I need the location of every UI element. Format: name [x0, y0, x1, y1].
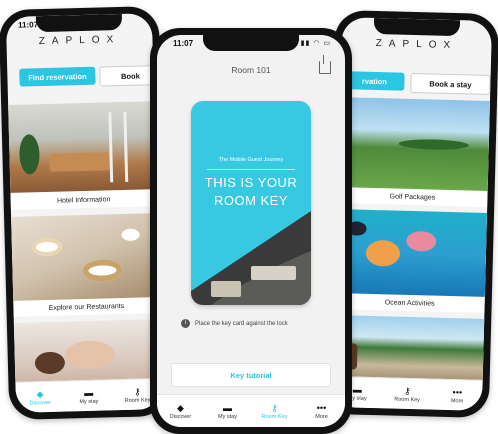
- signal-wifi-battery-icons: ▮▮ ◠ ▭: [300, 40, 331, 47]
- center-phone: 11:07 ▮▮ ◠ ▭ Room 101 The Mobile Guest J…: [150, 28, 352, 434]
- tab-label: More: [315, 413, 328, 420]
- left-phone-screen: 11:07 ZAPLOX Find reservation Book Hotel…: [5, 13, 163, 413]
- tab-discover[interactable]: ◆ Discover: [20, 388, 60, 406]
- tab-room-key[interactable]: ⚷ Room Key: [255, 403, 295, 420]
- status-time: 11:07: [173, 39, 194, 48]
- bottom-tab-bar: ▬ My stay ⚷ Room Key ••• More: [331, 375, 483, 411]
- tag-icon: ◆: [36, 388, 44, 399]
- card-label: Explore our Restaurants: [48, 302, 125, 312]
- tab-label: Room Key: [124, 396, 151, 404]
- tab-label: Room Key: [261, 413, 288, 420]
- brand-logo: ZAPLOX: [38, 33, 121, 48]
- left-phone-notch: [35, 13, 123, 33]
- tab-label: Discover: [169, 413, 192, 420]
- tab-label: My stay: [218, 413, 237, 420]
- book-a-stay-button[interactable]: Book a stay: [410, 72, 491, 96]
- tab-label: My stay: [79, 398, 99, 405]
- bed-icon: ▬: [84, 387, 94, 398]
- key-hint: i Place the key card against the lock: [181, 319, 335, 328]
- tab-room-key[interactable]: ⚷ Room Key: [387, 385, 427, 403]
- hotel-room-image: [191, 211, 311, 305]
- brand-logo: ZAPLOX: [375, 37, 458, 52]
- bed-icon: ▬: [352, 384, 363, 395]
- card-explore-restaurants[interactable]: Explore our Restaurants: [11, 213, 160, 317]
- key-icon: ⚷: [133, 386, 141, 397]
- key-tutorial-button[interactable]: Key tutorial: [171, 363, 331, 387]
- tab-more[interactable]: ••• More: [437, 386, 477, 404]
- tab-my-stay[interactable]: ▬ My stay: [208, 403, 248, 420]
- info-icon: i: [181, 319, 190, 328]
- bottom-tab-bar: ◆ Discover ▬ My stay ⚷ Room Key: [15, 378, 163, 413]
- hotel-lobby-image: [8, 101, 157, 193]
- tab-label: More: [450, 397, 464, 404]
- card-label: Golf Packages: [389, 192, 436, 202]
- card-hotel-information[interactable]: Hotel Information: [8, 101, 157, 210]
- card-label: Hotel Information: [56, 195, 111, 205]
- share-icon[interactable]: [319, 55, 331, 74]
- more-icon: •••: [316, 402, 327, 413]
- find-reservation-button[interactable]: Find reservation: [19, 66, 96, 87]
- key-icon: ⚷: [271, 402, 278, 413]
- key-hint-text: Place the key card against the lock: [195, 320, 288, 327]
- tab-my-stay[interactable]: ▬ My stay: [69, 387, 109, 405]
- restaurant-table-image: [11, 213, 160, 301]
- tag-icon: ◆: [177, 402, 184, 413]
- bottom-tab-bar: ◆ Discover ▬ My stay ⚷ Room Key ••• More: [157, 394, 345, 427]
- snorkeling-image: [334, 209, 488, 297]
- card-golf-packages[interactable]: Golf Packages: [337, 97, 490, 207]
- bed-icon: ▬: [223, 402, 232, 413]
- card-ocean-activities[interactable]: Ocean Activities: [334, 209, 488, 313]
- key-icon: ⚷: [403, 385, 411, 396]
- left-phone: 11:07 ZAPLOX Find reservation Book Hotel…: [0, 5, 170, 421]
- page-title: Room 101: [231, 65, 271, 75]
- right-phone-screen: ZAPLOX rvation Book a stay Golf Packages…: [331, 17, 493, 411]
- find-reservation-button[interactable]: rvation: [344, 71, 405, 91]
- tab-label: Room Key: [394, 396, 421, 403]
- tab-more[interactable]: ••• More: [302, 403, 342, 420]
- room-key-card[interactable]: The Mobile Guest Journey THIS IS YOUR RO…: [191, 101, 311, 305]
- card-label: Ocean Activities: [384, 298, 435, 308]
- right-phone-notch: [373, 17, 461, 37]
- golf-course-image: [337, 97, 490, 191]
- tab-label: Discover: [29, 399, 52, 406]
- center-phone-notch: [203, 35, 299, 51]
- center-phone-screen: 11:07 ▮▮ ◠ ▭ Room 101 The Mobile Guest J…: [157, 35, 345, 427]
- more-icon: •••: [452, 386, 463, 397]
- tab-discover[interactable]: ◆ Discover: [161, 403, 201, 420]
